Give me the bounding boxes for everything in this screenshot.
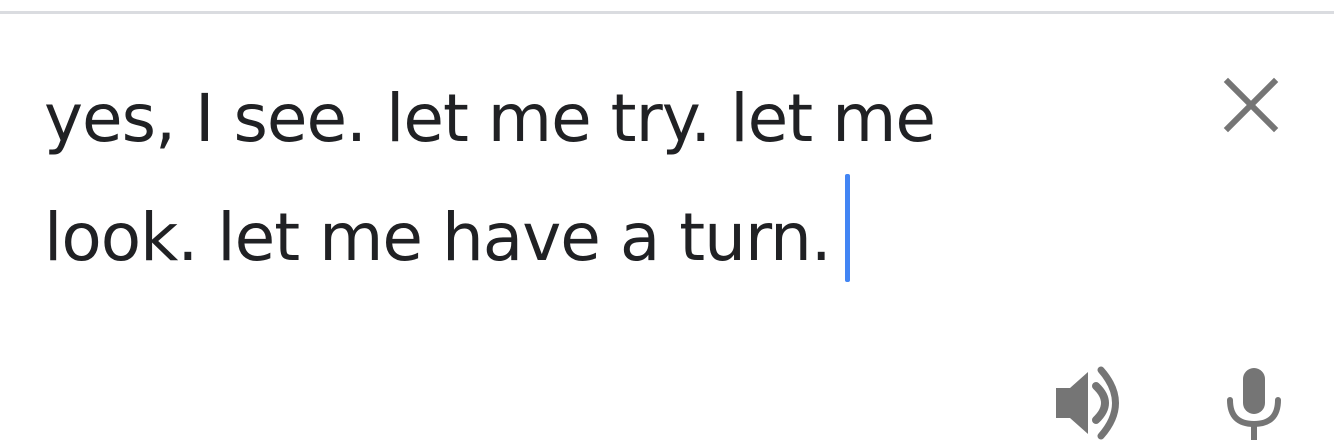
top-divider: [0, 11, 1334, 14]
listen-button[interactable]: [1052, 364, 1124, 441]
bottom-actions: [1050, 364, 1334, 441]
text-caret: [844, 174, 850, 282]
text-input-area[interactable]: yes, I see. let me try. let me look. let…: [44, 64, 1144, 282]
microphone-button[interactable]: [1222, 364, 1286, 441]
mic-icon: [1227, 368, 1281, 440]
input-text-value: yes, I see. let me try. let me look. let…: [44, 80, 936, 276]
input-text[interactable]: yes, I see. let me try. let me look. let…: [44, 64, 1144, 293]
clear-text-button[interactable]: [1222, 76, 1280, 134]
speaker-icon: [1056, 366, 1119, 440]
close-icon: [1223, 77, 1279, 133]
